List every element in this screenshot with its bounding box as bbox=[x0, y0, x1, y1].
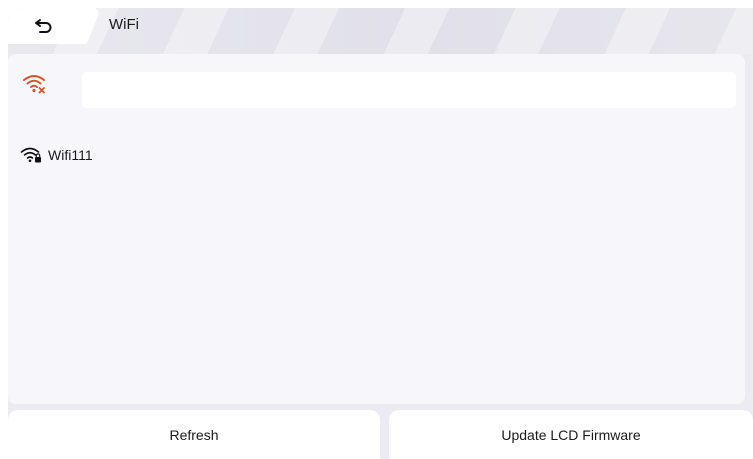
bottom-bar: Refresh Update LCD Firmware bbox=[8, 410, 753, 459]
wifi-window: WiFi Wifi111 Refresh Update LCD Firmware bbox=[8, 8, 753, 459]
network-list: Wifi111 bbox=[20, 142, 733, 168]
page-title: WiFi bbox=[109, 16, 139, 33]
back-button[interactable] bbox=[8, 8, 80, 44]
content-panel: Wifi111 bbox=[8, 54, 745, 404]
network-name: Wifi111 bbox=[48, 147, 93, 163]
ssid-input[interactable] bbox=[82, 72, 736, 108]
screen: WiFi Wifi111 Refresh Update LCD Firmware bbox=[0, 0, 753, 459]
back-arrow-icon bbox=[35, 19, 52, 33]
update-lcd-firmware-button[interactable]: Update LCD Firmware bbox=[389, 410, 753, 459]
refresh-button[interactable]: Refresh bbox=[8, 410, 380, 459]
list-item[interactable]: Wifi111 bbox=[20, 142, 733, 168]
wifi-locked-icon bbox=[20, 147, 41, 163]
wifi-disconnected-icon bbox=[23, 75, 45, 94]
